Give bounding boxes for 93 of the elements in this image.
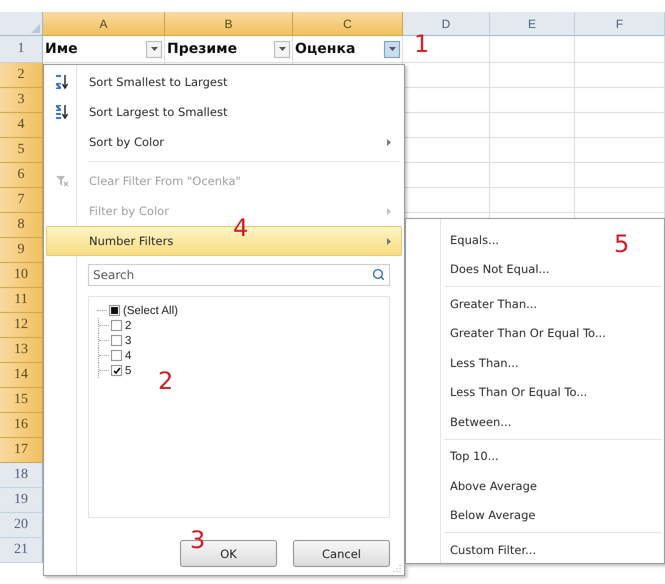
menu-item[interactable]: Custom Filter... [446, 535, 540, 564]
menu-item[interactable]: Does Not Equal... [446, 254, 554, 284]
menu-item[interactable]: Less Than Or Equal To... [446, 378, 592, 407]
row-header[interactable]: 11 [0, 288, 43, 313]
checkbox[interactable] [111, 320, 122, 331]
row-header[interactable]: 6 [0, 163, 43, 188]
row-header[interactable]: 5 [0, 138, 43, 163]
sheet-cell[interactable] [490, 138, 575, 163]
checkbox-label: 2 [125, 320, 132, 332]
sheet-cell[interactable] [490, 163, 575, 188]
menu-item[interactable]: Less Than... [446, 348, 523, 378]
sheet-cell[interactable]: Презиме [165, 36, 293, 63]
column-header[interactable]: D [403, 12, 490, 36]
row-header[interactable]: 18 [0, 463, 43, 488]
checkbox-label: 5 [125, 364, 132, 376]
menu-item[interactable]: Between... [446, 407, 516, 436]
resize-grip-icon[interactable] [393, 564, 401, 572]
row-header[interactable]: 13 [0, 338, 43, 363]
row-header[interactable]: 19 [0, 488, 43, 513]
sheet-cell[interactable] [575, 88, 665, 113]
clear-filter-icon [55, 174, 69, 188]
sheet-cell[interactable] [490, 88, 575, 113]
row-header[interactable]: 3 [0, 88, 43, 113]
caret-icon [278, 47, 286, 51]
sheet-cell[interactable] [490, 36, 575, 63]
header-cell-text: Презиме [167, 41, 238, 57]
menu-item[interactable]: Below Average [446, 500, 540, 530]
submenu-arrow-icon [387, 208, 391, 214]
column-header[interactable]: B [165, 12, 293, 36]
row-header[interactable]: 1 [0, 36, 43, 63]
sheet-cell[interactable]: Име [43, 36, 165, 63]
row-header[interactable]: 14 [0, 363, 43, 388]
checkmark-icon [112, 366, 120, 374]
search-field[interactable]: Search [88, 264, 390, 286]
sheet-cell[interactable] [575, 163, 665, 188]
filter-dropdown-button[interactable] [274, 40, 290, 58]
checkbox[interactable] [111, 350, 122, 361]
row-header[interactable]: 2 [0, 63, 43, 88]
search-icon [372, 268, 385, 281]
checkbox-label: 4 [125, 350, 132, 362]
menu-item[interactable]: Equals... [446, 225, 504, 254]
menu-item[interactable]: Sort by Color [46, 127, 402, 157]
row-header[interactable]: 20 [0, 513, 43, 538]
sheet-cell[interactable] [575, 138, 665, 163]
sort-descending-icon [54, 104, 70, 120]
cancel-button[interactable]: Cancel [293, 540, 390, 567]
menu-item[interactable]: Greater Than... [446, 289, 542, 318]
column-header[interactable]: F [575, 12, 665, 36]
row-header[interactable]: 15 [0, 388, 43, 413]
checkbox[interactable] [109, 305, 120, 316]
menu-item[interactable]: Top 10... [446, 442, 503, 471]
checkbox-label: 3 [125, 334, 132, 346]
row-header[interactable]: 7 [0, 188, 43, 213]
row-header[interactable]: 17 [0, 438, 43, 463]
sheet-cell[interactable] [490, 63, 575, 88]
checkbox[interactable] [111, 335, 122, 346]
row-header[interactable]: 12 [0, 313, 43, 338]
sheet-cell[interactable] [490, 113, 575, 138]
row-header[interactable]: 16 [0, 413, 43, 438]
menu-item[interactable]: Sort Largest to Smallest [46, 97, 402, 127]
select-all-corner[interactable] [0, 12, 43, 36]
column-header[interactable]: C [293, 12, 403, 36]
menu-item[interactable]: Above Average [446, 471, 541, 500]
header-cell-text: Име [45, 41, 79, 57]
checkbox-label: (Select All) [123, 304, 178, 316]
sheet-cell[interactable]: Оценка [293, 36, 403, 63]
submenu-arrow-icon [387, 138, 391, 146]
sheet-cell[interactable] [575, 113, 665, 138]
row-header[interactable]: 21 [0, 538, 43, 563]
caret-icon [150, 47, 158, 51]
caret-icon [388, 47, 396, 51]
header-cell-text: Оценка [295, 41, 356, 57]
row-header[interactable]: 4 [0, 113, 43, 138]
row-header[interactable]: 10 [0, 263, 43, 288]
annotation-number: 5 [614, 232, 630, 256]
sheet-cell[interactable] [490, 188, 575, 213]
sheet-cell[interactable] [575, 63, 665, 88]
row-header[interactable]: 9 [0, 238, 43, 263]
annotation-number: 2 [158, 369, 174, 393]
checkbox[interactable] [111, 365, 122, 376]
corner-triangle-icon [31, 24, 40, 33]
column-header[interactable]: E [490, 12, 575, 36]
sort-ascending-icon [54, 74, 70, 90]
sheet-cell[interactable] [403, 36, 490, 63]
filter-dropdown-button[interactable] [384, 40, 400, 58]
filter-dropdown-button[interactable] [146, 40, 162, 58]
sheet-cell[interactable] [575, 188, 665, 213]
row-header[interactable]: 8 [0, 213, 43, 238]
menu-item[interactable]: Greater Than Or Equal To... [446, 318, 610, 348]
menu-item[interactable]: Sort Smallest to Largest [46, 67, 402, 97]
submenu-arrow-icon [387, 238, 391, 244]
column-header[interactable]: A [43, 12, 165, 36]
sheet-cell[interactable] [575, 36, 665, 63]
